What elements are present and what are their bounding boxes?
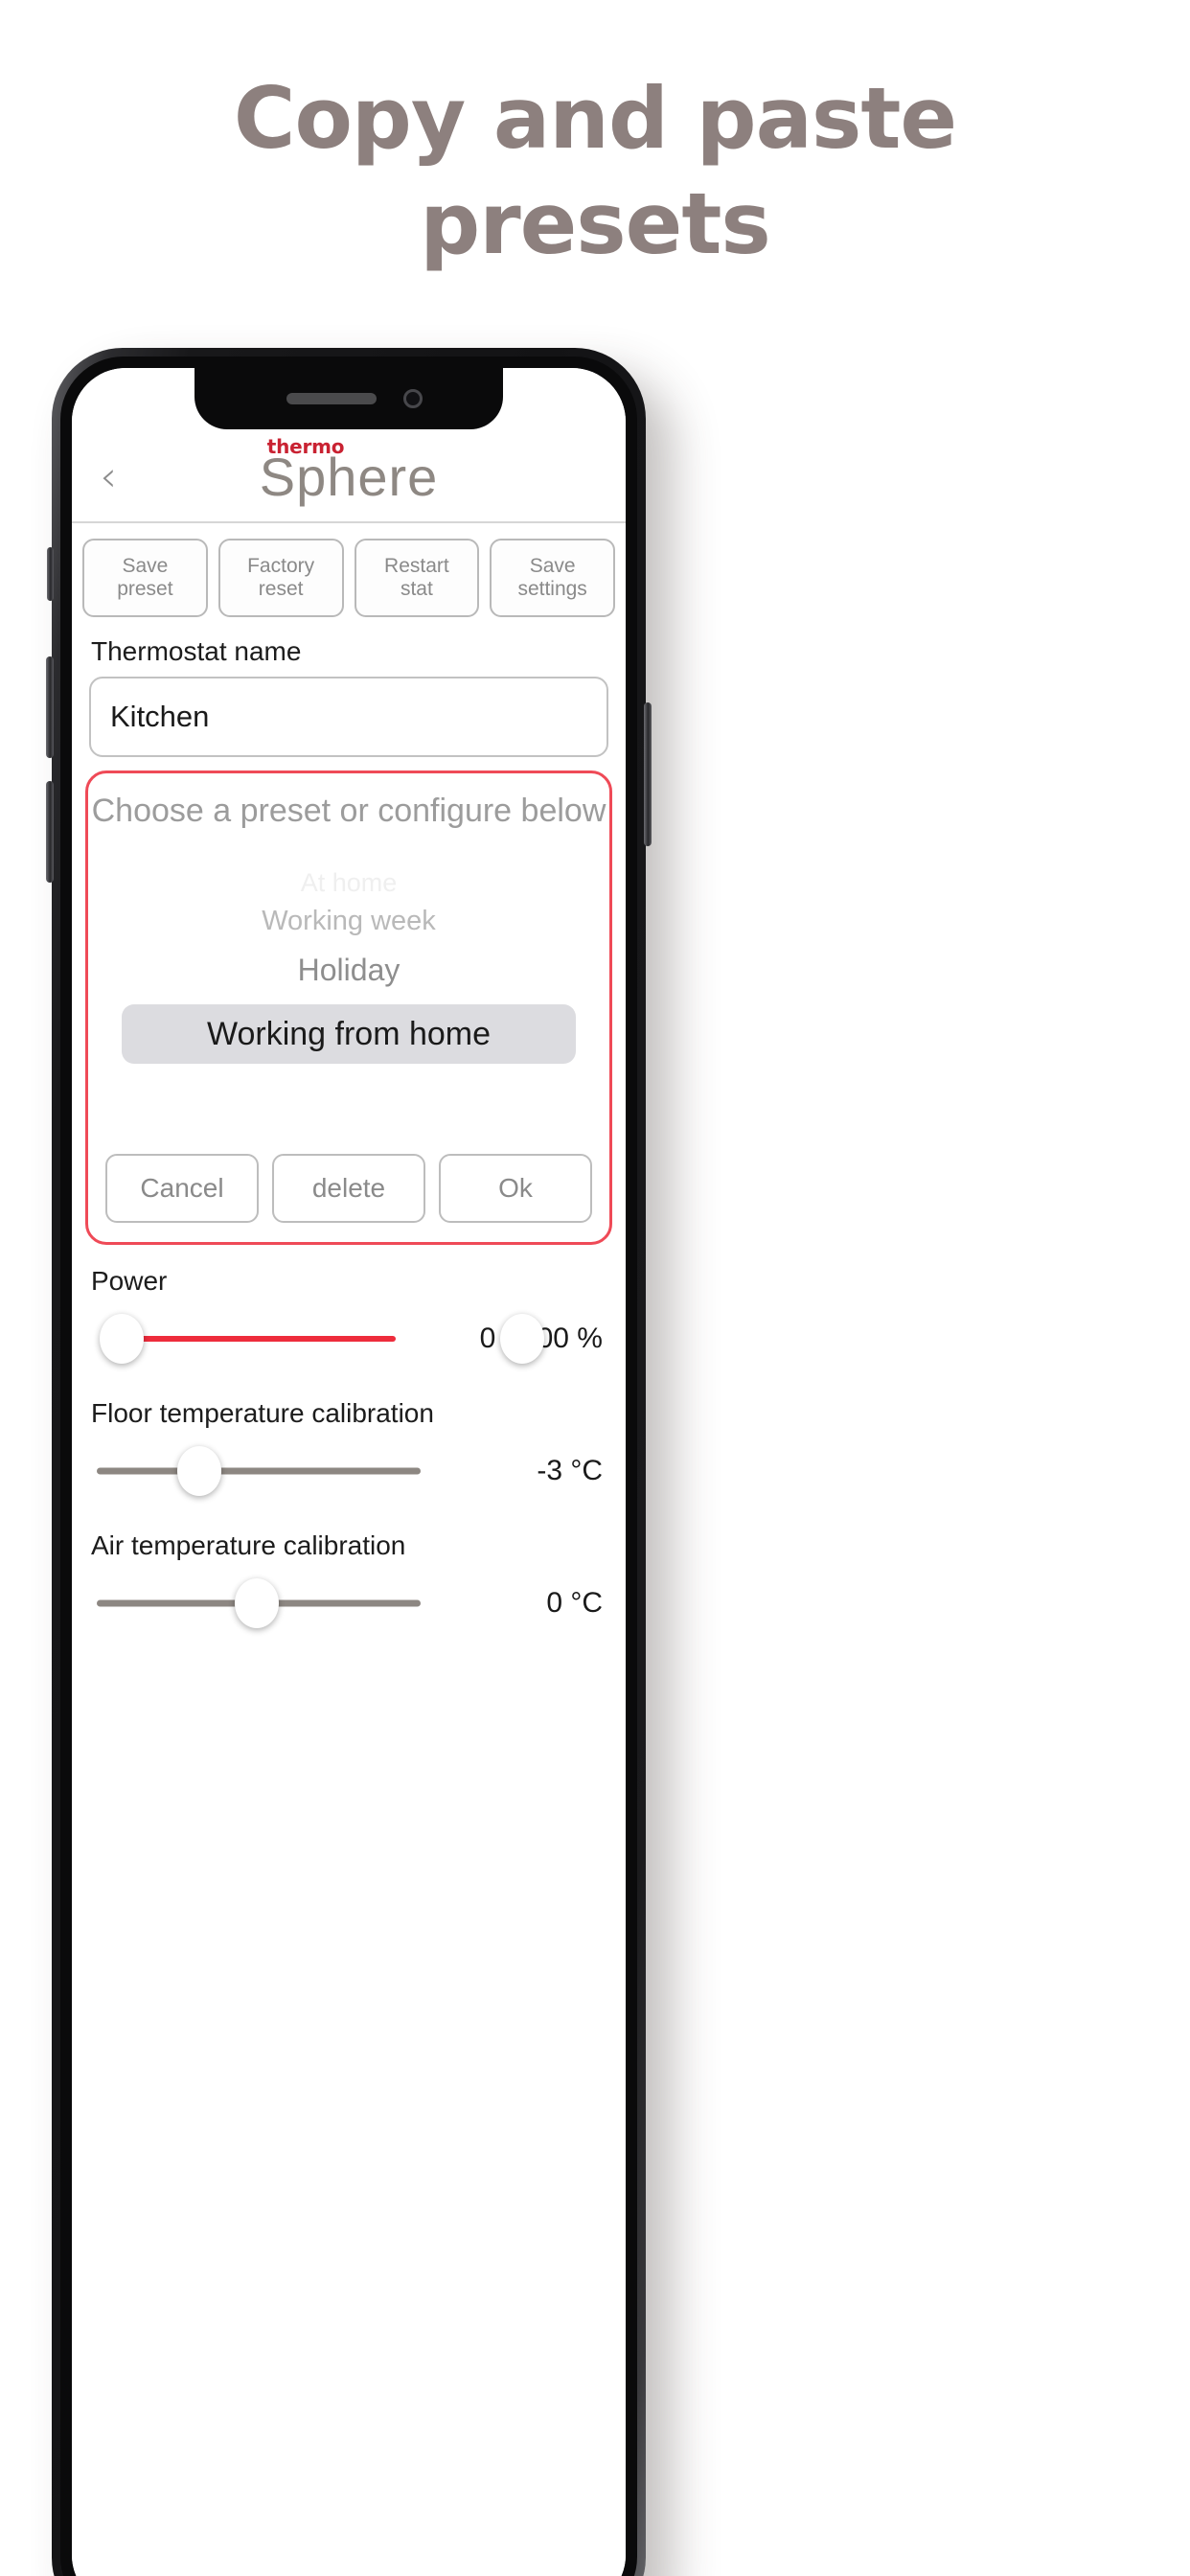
floor-calibration-row: -3 °C (89, 1433, 608, 1509)
phone-bezel: ‹ thermo Sphere Save preset Factory rese… (60, 356, 637, 2576)
factory-reset-button[interactable]: Factory reset (217, 539, 344, 617)
restart-stat-button[interactable]: Restart stat (354, 539, 480, 617)
power-slider-block: Power 0 - 100 % (72, 1245, 626, 1377)
save-settings-label-line1: Save (529, 554, 576, 577)
phone-screen: ‹ thermo Sphere Save preset Factory rese… (72, 368, 626, 2576)
delete-button[interactable]: delete (272, 1154, 425, 1223)
floor-slider-thumb[interactable] (177, 1446, 222, 1496)
power-slider-thumb-low[interactable] (100, 1314, 144, 1364)
air-slider-track-wrap[interactable] (89, 1565, 446, 1642)
speaker-grille-icon (286, 393, 377, 404)
screenshot-root: Copy and paste presets ‹ thermo Sphere S… (0, 0, 1190, 2576)
power-slider-track (122, 1336, 396, 1342)
ok-button[interactable]: Ok (439, 1154, 592, 1223)
save-settings-label-line2: settings (517, 578, 587, 600)
power-slider-row: 0 - 100 % (89, 1300, 608, 1377)
promo-line-2: presets (420, 174, 771, 273)
preset-option-at-home[interactable]: At home (88, 868, 609, 897)
thermostat-name-label: Thermostat name (91, 636, 302, 666)
preset-dialog-title: Choose a preset or configure below (91, 793, 606, 829)
app-header: ‹ thermo Sphere (72, 431, 626, 523)
promo-headline: Copy and paste presets (0, 77, 1190, 266)
app-content: ‹ thermo Sphere Save preset Factory rese… (72, 368, 626, 2576)
save-preset-button[interactable]: Save preset (82, 539, 208, 617)
volume-up-button[interactable] (46, 656, 54, 758)
power-slider-track-wrap[interactable] (89, 1300, 544, 1377)
preset-dialog: Choose a preset or configure below At ho… (85, 770, 612, 1245)
preset-dialog-actions: Cancel delete Ok (88, 1154, 609, 1223)
preset-option-working-week[interactable]: Working week (88, 897, 609, 945)
action-button-row: Save preset Factory reset Restart stat S… (72, 523, 626, 617)
phone-notch (195, 368, 503, 429)
air-calibration-row: 0 °C (89, 1565, 608, 1642)
restart-stat-label-line1: Restart (384, 554, 449, 577)
air-slider-thumb[interactable] (234, 1578, 279, 1628)
save-preset-label-line1: Save (122, 554, 169, 577)
brand-logo: thermo Sphere (260, 437, 439, 504)
floor-slider-track-wrap[interactable] (89, 1433, 446, 1509)
air-calibration-value: 0 °C (546, 1587, 603, 1619)
volume-down-button[interactable] (46, 781, 54, 883)
power-label: Power (91, 1266, 168, 1296)
cancel-button[interactable]: Cancel (105, 1154, 259, 1223)
floor-calibration-value: -3 °C (537, 1455, 603, 1486)
factory-reset-label-line1: Factory (247, 554, 315, 577)
logo-sphere-text: Sphere (259, 447, 439, 507)
save-settings-button[interactable]: Save settings (490, 539, 615, 617)
phone-mockup: ‹ thermo Sphere Save preset Factory rese… (46, 348, 652, 2576)
floor-calibration-block: Floor temperature calibration -3 °C (72, 1377, 626, 1509)
floor-calibration-label: Floor temperature calibration (91, 1398, 434, 1428)
promo-line-1: Copy and paste (233, 69, 957, 168)
power-button[interactable] (644, 702, 652, 846)
mute-switch[interactable] (47, 547, 54, 601)
preset-wheel-picker[interactable]: At home Working week Holiday Working fro… (88, 834, 609, 1121)
air-calibration-label: Air temperature calibration (91, 1530, 406, 1560)
chevron-left-icon[interactable]: ‹ (89, 454, 127, 500)
power-slider-thumb-high[interactable] (500, 1314, 544, 1364)
preset-option-selected[interactable]: Working from home (122, 1004, 576, 1064)
preset-option-holiday[interactable]: Holiday (88, 945, 609, 995)
factory-reset-label-line2: reset (258, 578, 304, 600)
front-camera-icon (403, 389, 423, 408)
save-preset-label-line2: preset (117, 578, 173, 600)
restart-stat-label-line2: stat (400, 578, 433, 600)
thermostat-name-input[interactable]: Kitchen (89, 677, 608, 757)
air-calibration-block: Air temperature calibration 0 °C (72, 1509, 626, 1642)
floor-slider-track (97, 1467, 421, 1475)
